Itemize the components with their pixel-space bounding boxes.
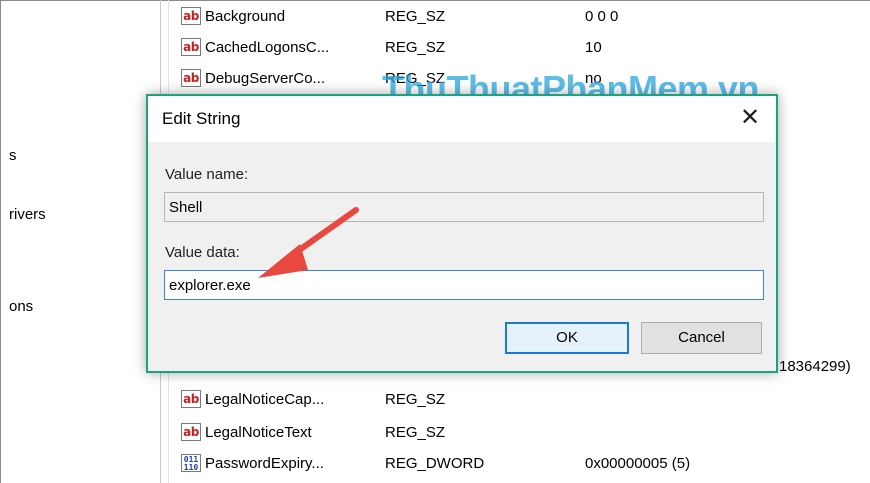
value-name: CachedLogonsC... bbox=[205, 39, 330, 56]
value-name: LegalNoticeText bbox=[205, 424, 312, 441]
value-row[interactable]: ab LegalNoticeText REG_SZ bbox=[169, 420, 869, 446]
tree-item[interactable]: s bbox=[9, 147, 17, 164]
value-type: REG_SZ bbox=[385, 8, 446, 25]
dialog-title: Edit String bbox=[162, 109, 241, 128]
dword-value-icon: 011 110 bbox=[181, 454, 201, 472]
value-row[interactable]: 011 110 PasswordExpiry... REG_DWORD 0x00… bbox=[169, 451, 869, 477]
string-value-icon: ab bbox=[181, 69, 201, 87]
value-data: 10 bbox=[585, 39, 602, 56]
value-name: LegalNoticeCap... bbox=[205, 391, 325, 408]
ok-button[interactable]: OK bbox=[505, 322, 629, 354]
close-icon[interactable]: ✕ bbox=[736, 104, 764, 132]
value-data: 0x00000005 (5) bbox=[585, 455, 691, 472]
value-name-field[interactable]: Shell bbox=[164, 192, 764, 222]
edit-string-dialog: Edit String ✕ Value name: Shell Value da… bbox=[146, 94, 778, 373]
value-type: REG_SZ bbox=[385, 424, 446, 441]
registry-tree-pane[interactable]: s rivers ons bbox=[1, 1, 160, 483]
value-type: REG_SZ bbox=[385, 391, 446, 408]
string-value-icon: ab bbox=[181, 38, 201, 56]
value-row[interactable]: ab LegalNoticeCap... REG_SZ bbox=[169, 387, 869, 413]
value-name: PasswordExpiry... bbox=[205, 455, 324, 472]
string-value-icon: ab bbox=[181, 390, 201, 408]
dialog-titlebar[interactable]: Edit String ✕ bbox=[148, 96, 776, 142]
cancel-button[interactable]: Cancel bbox=[641, 322, 762, 354]
value-data-label: Value data: bbox=[165, 244, 240, 261]
value-type: REG_DWORD bbox=[385, 455, 485, 472]
string-value-icon: ab bbox=[181, 423, 201, 441]
value-data: 18364299) bbox=[779, 358, 851, 375]
value-data: 0 0 0 bbox=[585, 8, 619, 25]
value-name-label: Value name: bbox=[165, 166, 249, 183]
value-data-input[interactable]: explorer.exe bbox=[164, 270, 764, 300]
tree-item-drivers[interactable]: rivers bbox=[9, 206, 46, 223]
value-name: DebugServerCo... bbox=[205, 70, 326, 87]
tree-item-options[interactable]: ons bbox=[9, 298, 33, 315]
value-row[interactable]: ab CachedLogonsC... REG_SZ 10 bbox=[169, 35, 869, 61]
value-row[interactable]: ab Background REG_SZ 0 0 0 bbox=[169, 4, 869, 30]
value-name: Background bbox=[205, 8, 286, 25]
string-value-icon: ab bbox=[181, 7, 201, 25]
value-type: REG_SZ bbox=[385, 39, 446, 56]
